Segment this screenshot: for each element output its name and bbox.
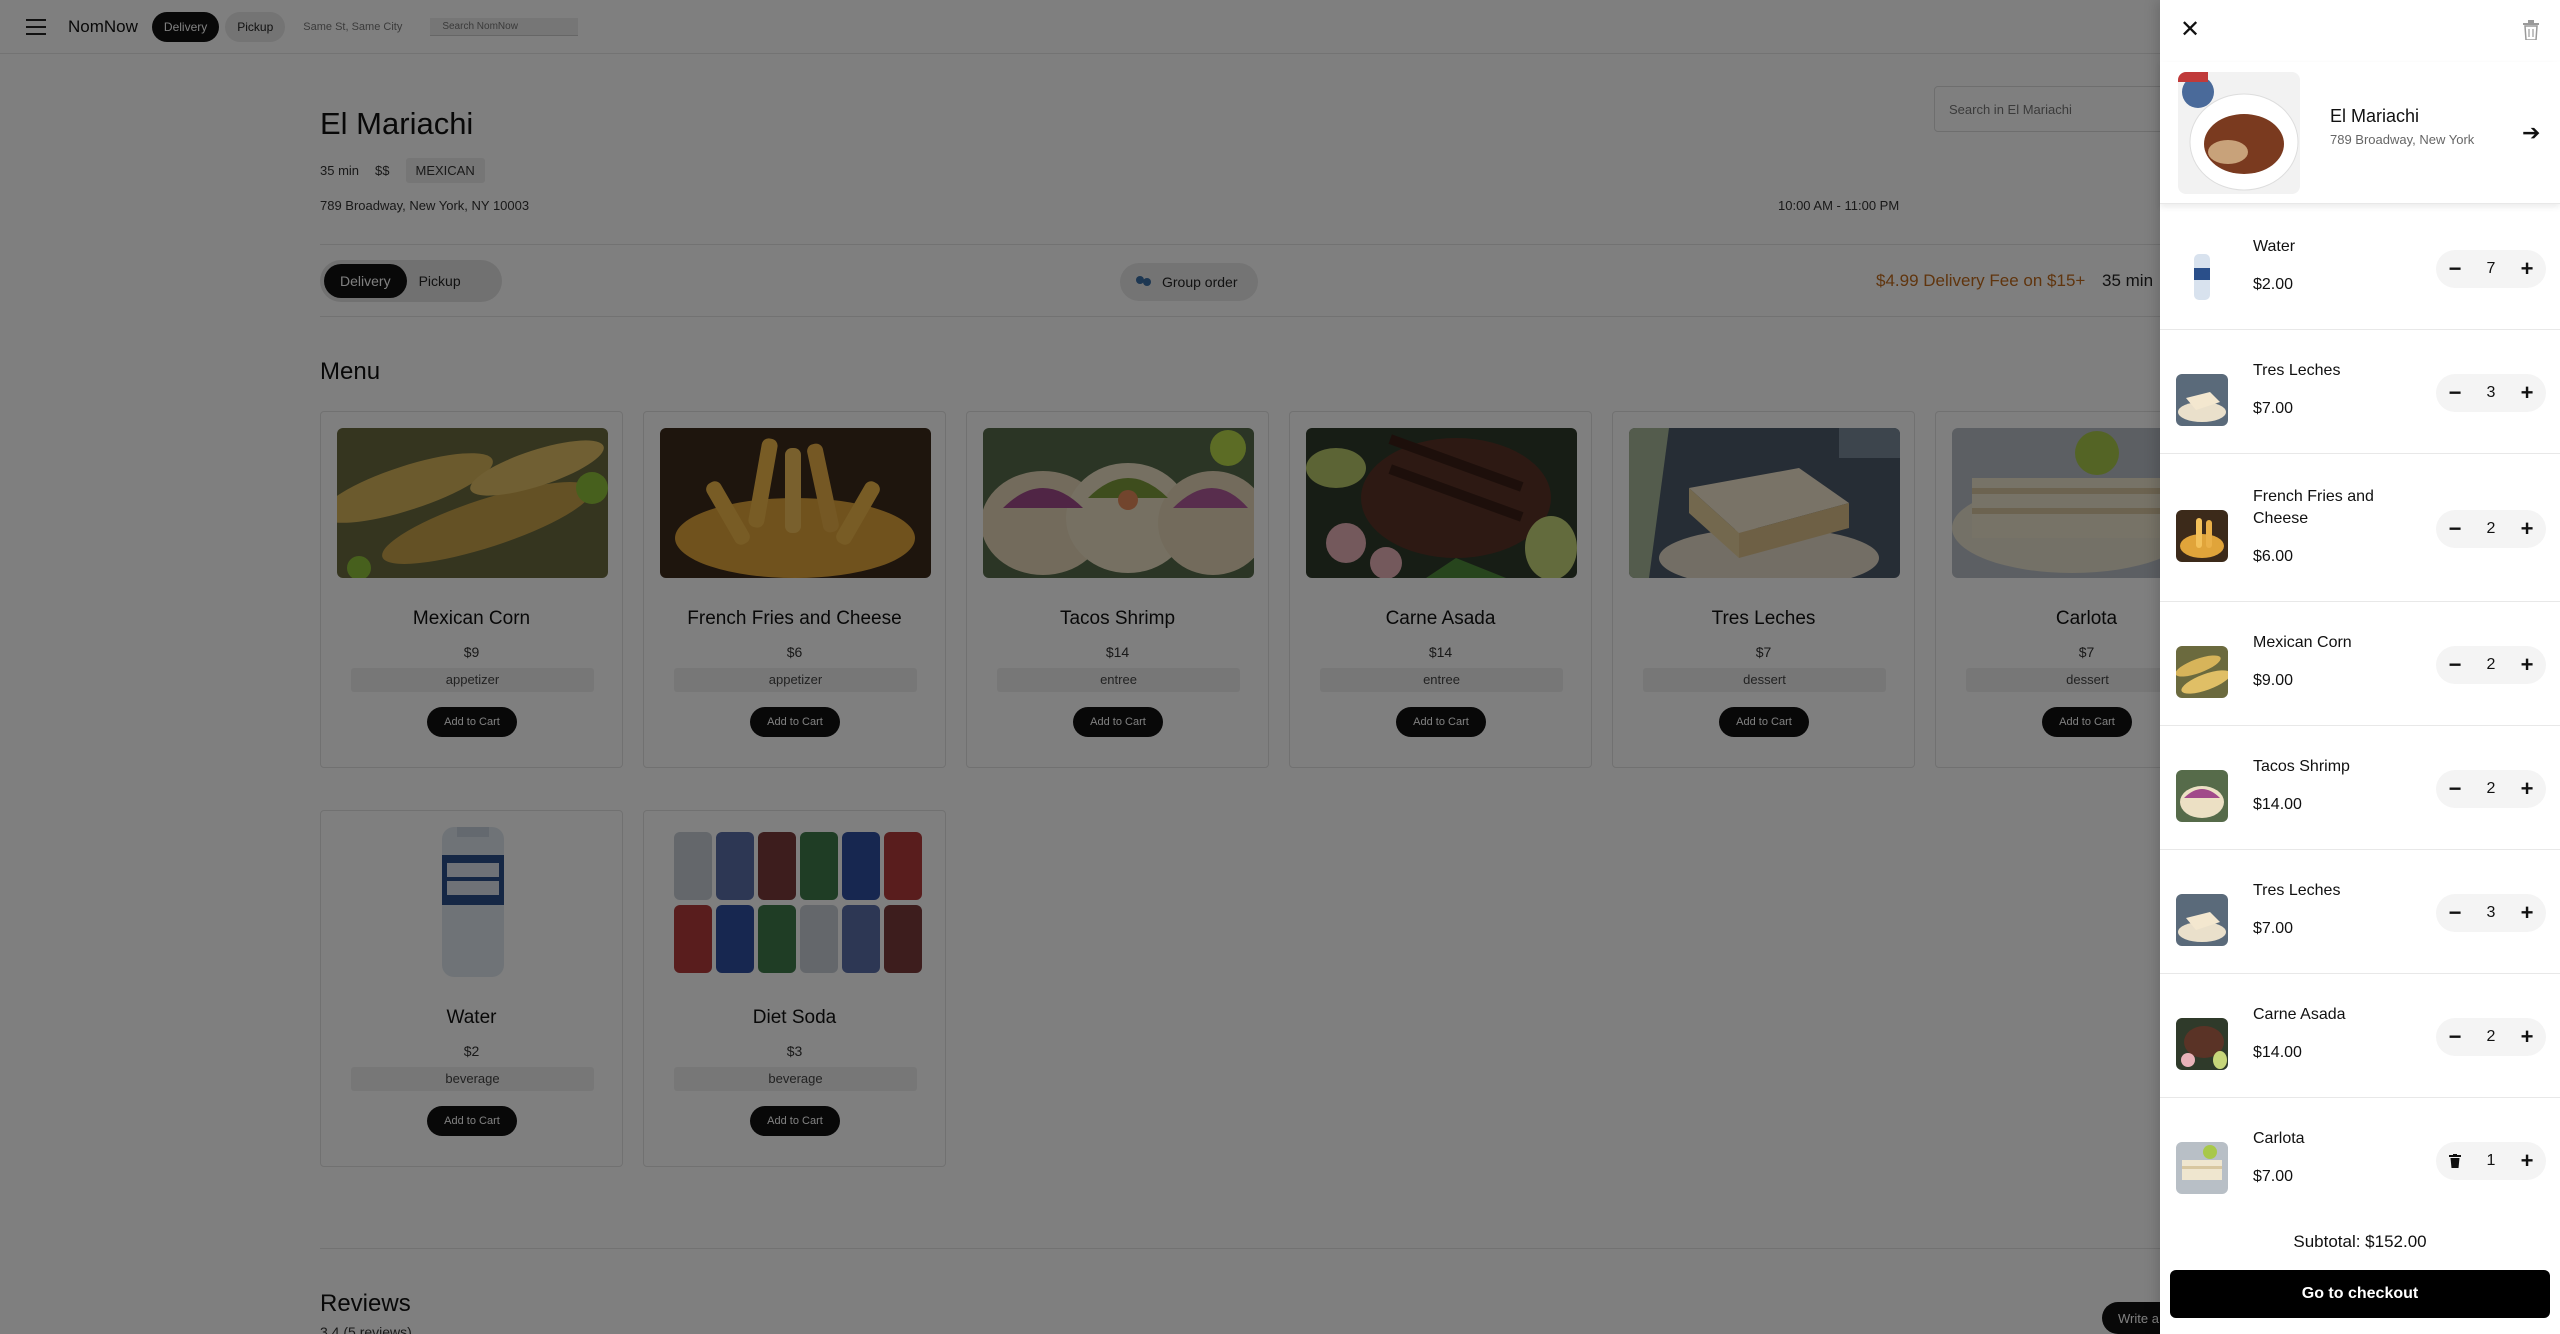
trash-icon[interactable] [2522,20,2540,41]
minus-icon[interactable]: − [2436,646,2474,684]
cart-item-price: $14.00 [2253,796,2302,813]
cart-item-name: Carne Asada [2253,1006,2346,1023]
minus-icon[interactable]: − [2436,510,2474,548]
cart-item-name: Water [2253,238,2296,255]
plus-icon[interactable]: + [2508,1142,2546,1180]
minus-icon[interactable]: − [2436,894,2474,932]
quantity-stepper: − 2 + [2436,770,2546,808]
cart-item: Water $2.00 − 7 + [2160,206,2560,330]
quantity-value: 2 [2486,780,2496,797]
quantity-stepper: 1 + [2436,1142,2546,1180]
plus-icon[interactable]: + [2508,646,2546,684]
cart-item-name: Tres Leches [2253,882,2341,899]
quantity-value: 3 [2486,384,2496,401]
cart-item-price: $7.00 [2253,400,2294,417]
cart-item: French Fries and Cheese $6.00 − 2 + [2160,454,2560,602]
cart-item-thumbnail [2176,374,2228,426]
quantity-value: 3 [2486,904,2496,921]
trash-icon[interactable] [2436,1142,2474,1180]
minus-icon[interactable]: − [2436,1018,2474,1056]
plus-icon[interactable]: + [2508,894,2546,932]
quantity-value: 2 [2486,656,2496,673]
cart-item-price: $2.00 [2253,276,2294,293]
cart-drawer: ✕ El Mariachi 789 Broadway, New York ➔ W… [2160,0,2560,1334]
plus-icon[interactable]: + [2508,250,2546,288]
modal-backdrop[interactable] [0,0,2160,1334]
cart-item-price: $9.00 [2253,672,2294,689]
plus-icon[interactable]: + [2508,510,2546,548]
cart-item-price: $7.00 [2253,1168,2294,1185]
checkout-button[interactable]: Go to checkout [2170,1270,2550,1318]
cart-item-thumbnail [2176,646,2228,698]
cart-item-thumbnail [2176,1018,2228,1070]
cart-item-name: French Fries and Cheese [2253,488,2374,527]
cart-restaurant-name: El Mariachi [2330,106,2420,126]
cart-item: Tacos Shrimp $14.00 − 2 + [2160,726,2560,850]
plus-icon[interactable]: + [2508,374,2546,412]
cart-item-price: $7.00 [2253,920,2294,937]
quantity-stepper: − 3 + [2436,894,2546,932]
cart-item-thumbnail [2176,510,2228,562]
cart-item-thumbnail [2176,250,2228,302]
cart-item: Tres Leches $7.00 − 3 + [2160,850,2560,974]
cart-item-thumbnail [2176,894,2228,946]
quantity-value: 2 [2486,520,2496,537]
cart-item-price: $14.00 [2253,1044,2302,1061]
quantity-value: 2 [2486,1028,2496,1045]
quantity-stepper: − 3 + [2436,374,2546,412]
cart-item: Carlota $7.00 1 + [2160,1098,2560,1216]
restaurant-thumbnail [2178,72,2300,194]
cart-item-name: Tres Leches [2253,362,2341,379]
quantity-stepper: − 2 + [2436,646,2546,684]
quantity-stepper: − 7 + [2436,250,2546,288]
close-icon[interactable]: ✕ [2180,18,2200,42]
minus-icon[interactable]: − [2436,250,2474,288]
minus-icon[interactable]: − [2436,770,2474,808]
cart-item-name: Tacos Shrimp [2253,758,2350,775]
cart-item-thumbnail [2176,1142,2228,1194]
cart-item: Tres Leches $7.00 − 3 + [2160,330,2560,454]
cart-item-name: Mexican Corn [2253,634,2352,651]
cart-item-price: $6.00 [2253,548,2294,565]
cart-restaurant-location: 789 Broadway, New York [2330,132,2475,147]
minus-icon[interactable]: − [2436,374,2474,412]
cart-item-thumbnail [2176,770,2228,822]
quantity-value: 7 [2486,260,2496,277]
cart-item: Mexican Corn $9.00 − 2 + [2160,602,2560,726]
plus-icon[interactable]: + [2508,770,2546,808]
quantity-stepper: − 2 + [2436,1018,2546,1056]
quantity-stepper: − 2 + [2436,510,2546,548]
cart-item: Carne Asada $14.00 − 2 + [2160,974,2560,1098]
arrow-right-icon[interactable]: ➔ [2522,120,2540,146]
cart-restaurant-header[interactable]: El Mariachi 789 Broadway, New York ➔ [2160,62,2560,204]
plus-icon[interactable]: + [2508,1018,2546,1056]
quantity-value: 1 [2486,1152,2496,1169]
cart-subtotal: Subtotal: $152.00 [2293,1232,2427,1251]
cart-item-name: Carlota [2253,1130,2305,1147]
